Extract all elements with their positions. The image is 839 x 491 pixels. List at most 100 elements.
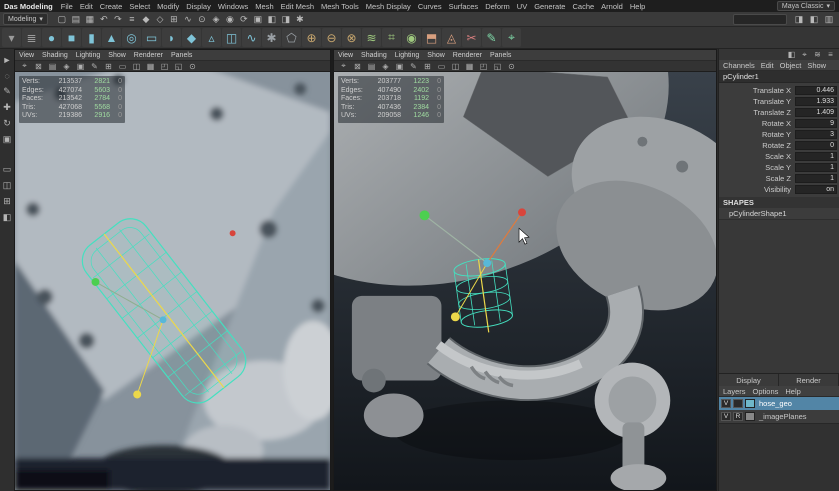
paint-select-tool-icon[interactable]: ✎ (1, 85, 14, 98)
open-scene-icon[interactable]: ▤ (69, 13, 83, 26)
sidebar-toggle-channel-box-icon[interactable]: ▥ (822, 13, 836, 26)
combine-icon[interactable]: ≋ (362, 28, 381, 47)
film-gate-icon[interactable]: ▭ (116, 61, 129, 72)
axis-handle-green[interactable] (420, 210, 430, 220)
channel-settings-icon[interactable]: ≡ (825, 50, 836, 60)
attribute-value-field[interactable]: on (795, 185, 837, 194)
attribute-value-field[interactable]: 1 (795, 174, 837, 183)
poly-platonic-icon[interactable]: ◆ (182, 28, 201, 47)
menu-item[interactable]: Display (186, 2, 211, 11)
menu-item[interactable]: Deform (485, 2, 510, 11)
viewport-canvas[interactable] (334, 72, 716, 490)
menu-item[interactable]: Arnold (601, 2, 623, 11)
viewport-right[interactable]: ViewShadingLightingShowRendererPanels ⌖⊠… (333, 49, 717, 491)
shelf-tabs-icon[interactable]: ▾ (2, 28, 21, 47)
menu-item[interactable]: Generate (534, 2, 565, 11)
poly-cone-icon[interactable]: ▲ (102, 28, 121, 47)
axis-handle-green[interactable] (92, 278, 100, 286)
panel-menu-item[interactable]: Renderer (134, 52, 163, 59)
channel-box-menu-item[interactable]: Channels (723, 61, 755, 70)
attribute-value-field[interactable]: 3 (795, 130, 837, 139)
layer-menu-item[interactable]: Layers (723, 387, 746, 396)
extrude-icon[interactable]: ⬒ (422, 28, 441, 47)
boolean-union-icon[interactable]: ⊕ (302, 28, 321, 47)
lasso-tool-icon[interactable]: ◌ (1, 69, 14, 82)
quick-entry-field[interactable] (733, 14, 787, 25)
render-frame-icon[interactable]: ◧ (265, 13, 279, 26)
channel-box-menu-item[interactable]: Object (780, 61, 802, 70)
layer-editor-tab[interactable]: Render (779, 374, 839, 386)
poly-sphere-icon[interactable]: ● (42, 28, 61, 47)
axis-handle-center[interactable] (483, 259, 491, 267)
render-view-icon[interactable]: ▣ (251, 13, 265, 26)
boolean-intersect-icon[interactable]: ⊗ (342, 28, 361, 47)
menu-item[interactable]: Edit Mesh (281, 2, 314, 11)
menu-item[interactable]: Mesh Display (366, 2, 411, 11)
panel-menu-item[interactable]: Lighting (395, 52, 420, 59)
quad-draw-icon[interactable]: ✎ (482, 28, 501, 47)
menu-item[interactable]: Edit (80, 2, 93, 11)
menu-item[interactable]: Create (100, 2, 123, 11)
menu-item[interactable]: Mesh (255, 2, 273, 11)
layer-type-toggle[interactable]: R (733, 412, 743, 421)
move-tool-icon[interactable]: ✚ (1, 101, 14, 114)
poly-helix-icon[interactable]: ∿ (242, 28, 261, 47)
layout-outliner-icon[interactable]: ◧ (1, 211, 14, 224)
panel-menu-item[interactable]: View (338, 52, 353, 59)
resolution-gate-icon[interactable]: ◫ (130, 61, 143, 72)
menu-item[interactable]: Select (129, 2, 150, 11)
pin-channel-icon[interactable]: ⌖ (799, 50, 810, 60)
snap-to-curve-icon[interactable]: ∿ (181, 13, 195, 26)
safe-action-icon[interactable]: ◰ (477, 61, 490, 72)
construction-history-icon[interactable]: ⟳ (237, 13, 251, 26)
safe-title-icon[interactable]: ◱ (491, 61, 504, 72)
sidebar-toggle-attribute-editor-icon[interactable]: ◨ (792, 13, 806, 26)
viewport-left-scene[interactable]: Verts: 213537 2821 0 Edges: 427074 5603 … (15, 72, 330, 490)
attribute-value-field[interactable]: 9 (795, 119, 837, 128)
sidebar-toggle-tool-settings-icon[interactable]: ◧ (807, 13, 821, 26)
grease-pencil-icon[interactable]: ✎ (88, 61, 101, 72)
layer-visibility-toggle[interactable]: V (721, 399, 731, 408)
viewport-right-scene[interactable]: Verts: 203777 1223 0 Edges: 407490 2402 … (334, 72, 716, 490)
channel-box-menu-item[interactable]: Show (807, 61, 826, 70)
menu-item[interactable]: Windows (218, 2, 248, 11)
layer-visibility-toggle[interactable]: V (721, 412, 731, 421)
menu-item[interactable]: Curves (418, 2, 442, 11)
menu-item[interactable]: Mesh Tools (321, 2, 359, 11)
target-weld-icon[interactable]: ⌖ (502, 28, 521, 47)
axis-handle-red[interactable] (230, 230, 236, 236)
safe-action-icon[interactable]: ◰ (158, 61, 171, 72)
layer-row[interactable]: V hose_geo (719, 397, 839, 410)
layer-color-swatch[interactable] (745, 399, 755, 408)
select-camera-icon[interactable]: ⌖ (18, 61, 31, 72)
render-settings-icon[interactable]: ✱ (293, 13, 307, 26)
isolate-select-icon[interactable]: ⊙ (505, 61, 518, 72)
attribute-value-field[interactable]: 1 (795, 163, 837, 172)
new-scene-icon[interactable]: ▢ (55, 13, 69, 26)
undo-icon[interactable]: ↶ (97, 13, 111, 26)
panel-menu-item[interactable]: Shading (361, 52, 387, 59)
channel-sliders-icon[interactable]: ◧ (786, 50, 797, 60)
camera-attributes-icon[interactable]: ▤ (46, 61, 59, 72)
gate-mask-icon[interactable]: ▦ (144, 61, 157, 72)
boolean-difference-icon[interactable]: ⊖ (322, 28, 341, 47)
select-component-icon[interactable]: ◇ (153, 13, 167, 26)
snap-to-plane-icon[interactable]: ◈ (209, 13, 223, 26)
scale-tool-icon[interactable]: ▣ (1, 133, 14, 146)
lock-camera-icon[interactable]: ⊠ (32, 61, 45, 72)
snap-to-grid-icon[interactable]: ⊞ (167, 13, 181, 26)
grid-icon[interactable]: ⊞ (421, 61, 434, 72)
poly-soccer-icon[interactable]: ⬠ (282, 28, 301, 47)
image-plane-icon[interactable]: ▣ (74, 61, 87, 72)
menu-item[interactable]: File (61, 2, 73, 11)
axis-handle-active[interactable] (133, 390, 141, 398)
poly-pipe-icon[interactable]: ◫ (222, 28, 241, 47)
menu-item[interactable]: Cache (572, 2, 594, 11)
axis-handle-active[interactable] (451, 312, 460, 321)
poly-torus-icon[interactable]: ◎ (122, 28, 141, 47)
layer-color-swatch[interactable] (745, 412, 755, 421)
layout-four-pane-icon[interactable]: ⊞ (1, 195, 14, 208)
layout-two-pane-icon[interactable]: ◫ (1, 179, 14, 192)
ipr-render-icon[interactable]: ◨ (279, 13, 293, 26)
attribute-value-field[interactable]: 1 (795, 152, 837, 161)
